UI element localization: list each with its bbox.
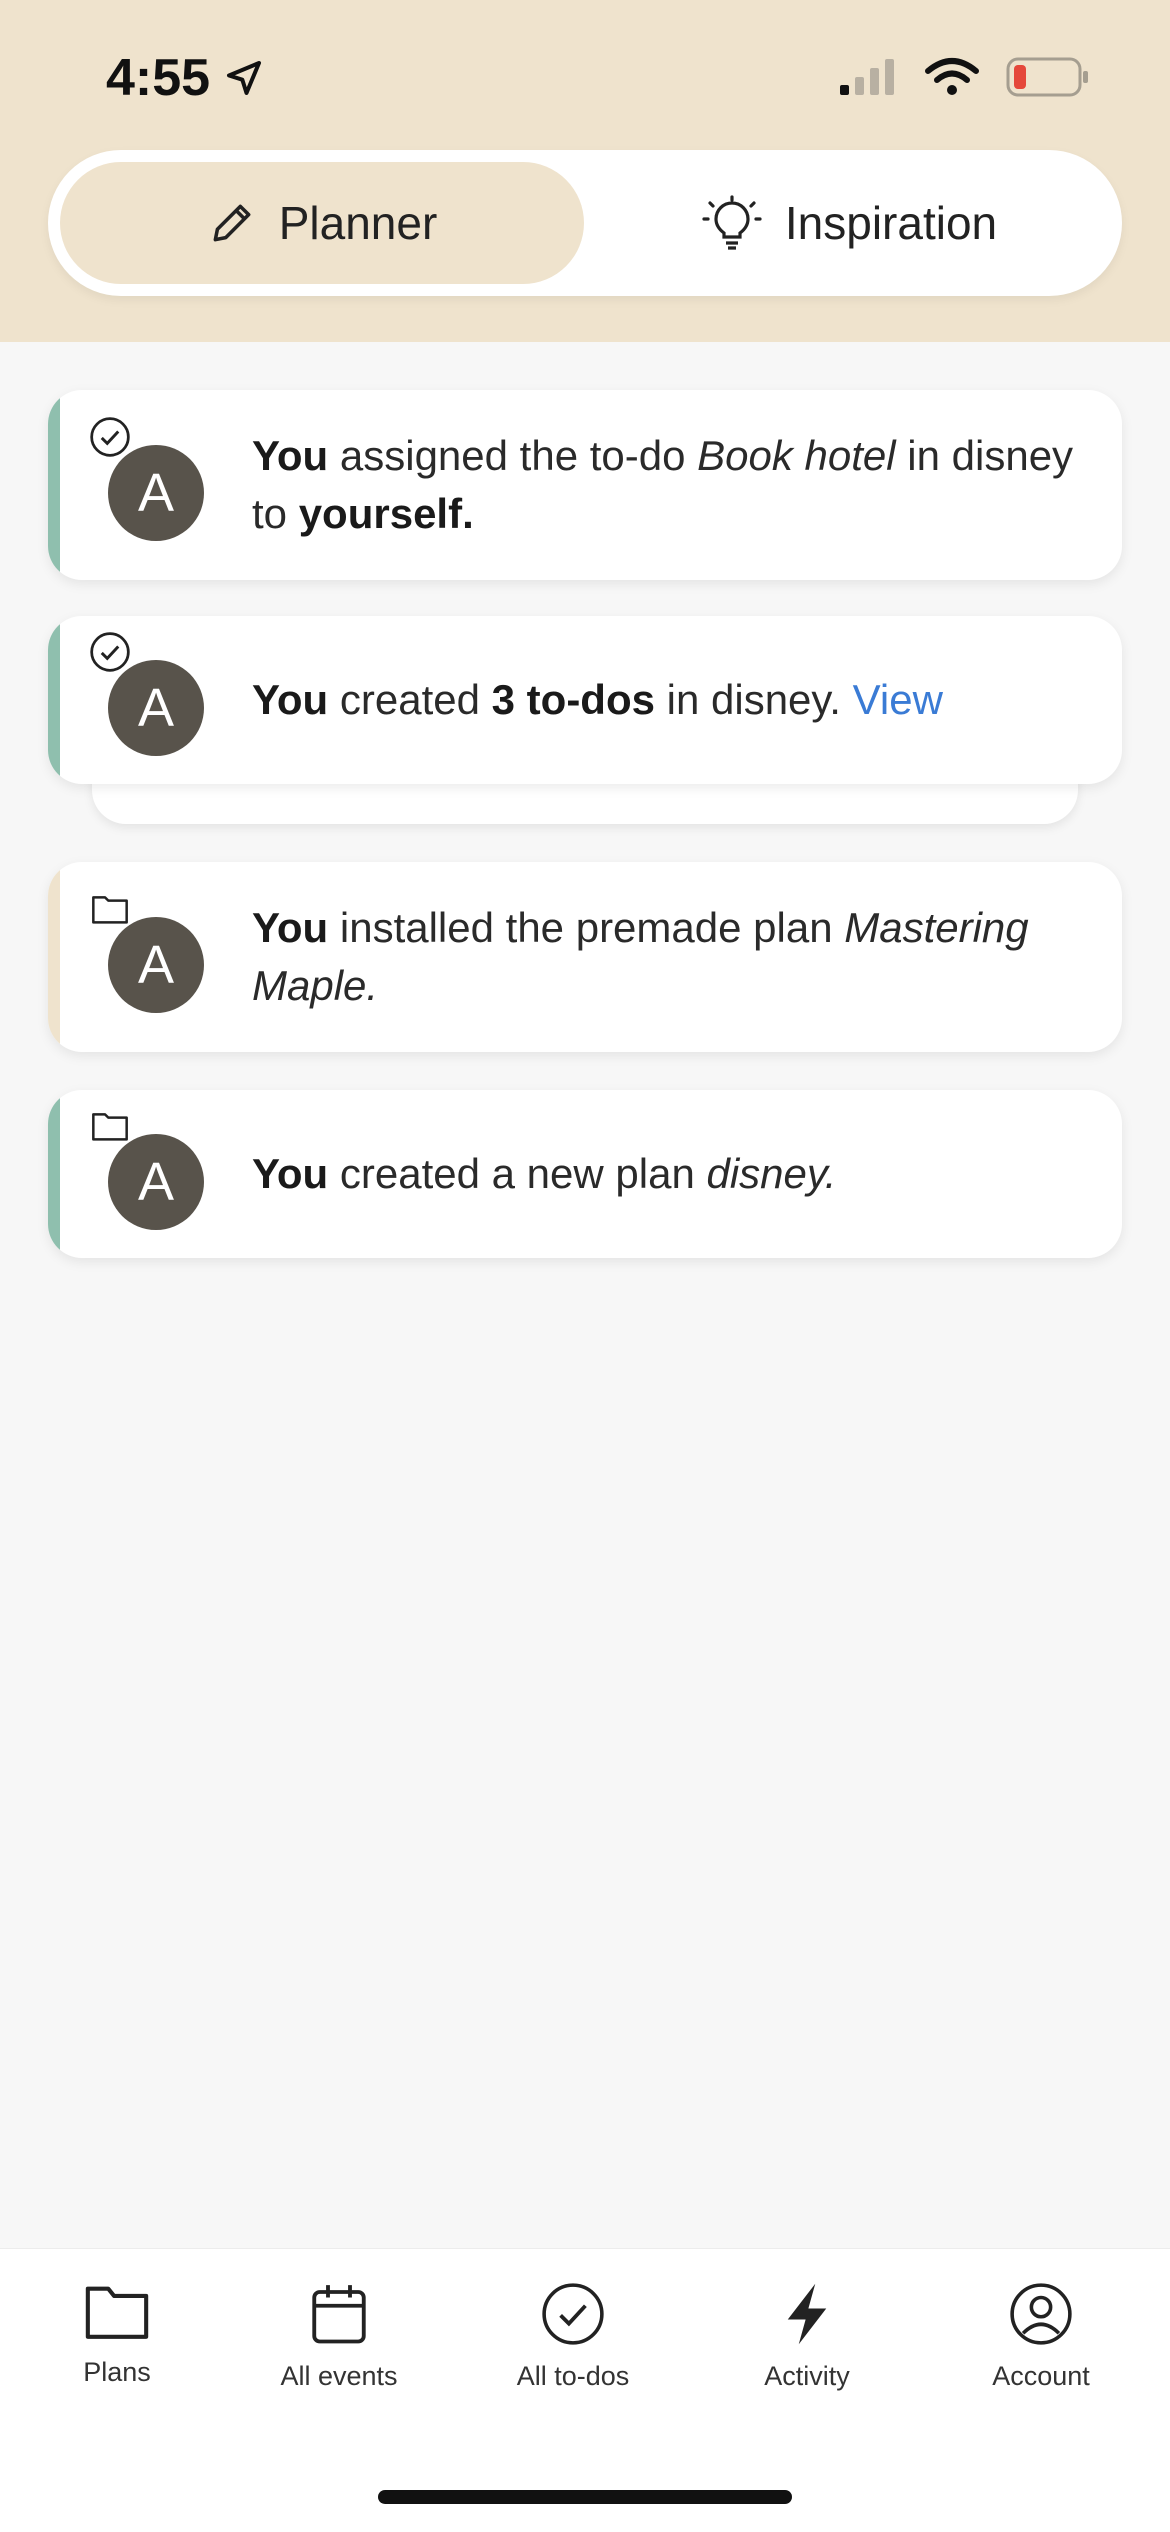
planner-tab[interactable]: Planner bbox=[60, 162, 584, 284]
clock: 4:55 bbox=[106, 49, 211, 107]
tab-account[interactable]: Account bbox=[924, 2281, 1158, 2392]
status-icons bbox=[838, 56, 1090, 98]
wifi-icon bbox=[925, 58, 979, 95]
activity-item[interactable]: A You assigned the to-do Book hotel in d… bbox=[48, 390, 1122, 580]
planner-label: Planner bbox=[278, 197, 438, 249]
folder-icon bbox=[88, 1104, 132, 1148]
activity-item[interactable]: A You created a new plan disney. bbox=[48, 1090, 1122, 1258]
lightbulb-icon bbox=[702, 195, 762, 250]
avatar: A bbox=[108, 445, 204, 541]
tab-all-events[interactable]: All events bbox=[222, 2281, 456, 2392]
location-arrow-icon bbox=[227, 61, 262, 95]
home-indicator bbox=[378, 2490, 792, 2504]
activity-item-stack[interactable]: A You created 3 to-dos in disney. View bbox=[48, 616, 1122, 824]
check-circle-icon bbox=[88, 630, 132, 674]
tab-activity[interactable]: Activity bbox=[690, 2281, 924, 2392]
avatar: A bbox=[108, 1134, 204, 1230]
tab-label: Plans bbox=[83, 2357, 151, 2387]
activity-text: You created 3 to-dos in disney. View bbox=[252, 676, 943, 723]
activity-item[interactable]: A You installed the premade plan Masteri… bbox=[48, 862, 1122, 1052]
battery-icon bbox=[1006, 57, 1088, 97]
avatar-group: A bbox=[88, 415, 208, 555]
account-icon bbox=[1010, 2283, 1072, 2345]
tab-label: All events bbox=[280, 2361, 398, 2391]
header: 4:55 Planner Inspiration bbox=[0, 0, 1170, 342]
tab-label: All to-dos bbox=[516, 2361, 630, 2391]
todo-color-bar bbox=[48, 616, 60, 784]
tab-label: Account bbox=[992, 2361, 1090, 2391]
pencil-icon bbox=[213, 204, 251, 242]
avatar-group: A bbox=[88, 630, 208, 770]
view-switcher: Planner Inspiration bbox=[48, 150, 1122, 296]
avatar-group: A bbox=[88, 887, 208, 1027]
signal-icon bbox=[840, 59, 894, 95]
folder-icon bbox=[88, 887, 132, 931]
folder-icon bbox=[85, 2286, 149, 2339]
status-time: 4:55 bbox=[106, 48, 264, 108]
view-link[interactable]: View bbox=[853, 676, 943, 723]
inspiration-tab[interactable]: Inspiration bbox=[588, 162, 1110, 284]
avatar: A bbox=[108, 917, 204, 1013]
check-circle-icon bbox=[88, 415, 132, 459]
check-circle-icon bbox=[542, 2283, 604, 2345]
calendar-icon bbox=[312, 2285, 366, 2344]
tab-all-todos[interactable]: All to-dos bbox=[456, 2281, 690, 2392]
avatar-group: A bbox=[88, 1104, 208, 1244]
tab-label: Activity bbox=[764, 2361, 850, 2391]
activity-text: You installed the premade plan Mastering… bbox=[252, 904, 1029, 1009]
activity-text: You created a new plan disney. bbox=[252, 1150, 837, 1197]
tab-plans[interactable]: Plans bbox=[0, 2281, 234, 2388]
plan-color-bar bbox=[48, 1090, 60, 1258]
plan-color-bar bbox=[48, 862, 60, 1052]
lightning-icon bbox=[787, 2283, 827, 2345]
activity-text: You assigned the to-do Book hotel in dis… bbox=[252, 432, 1074, 537]
inspiration-label: Inspiration bbox=[784, 197, 998, 249]
avatar: A bbox=[108, 660, 204, 756]
todo-color-bar bbox=[48, 390, 60, 580]
